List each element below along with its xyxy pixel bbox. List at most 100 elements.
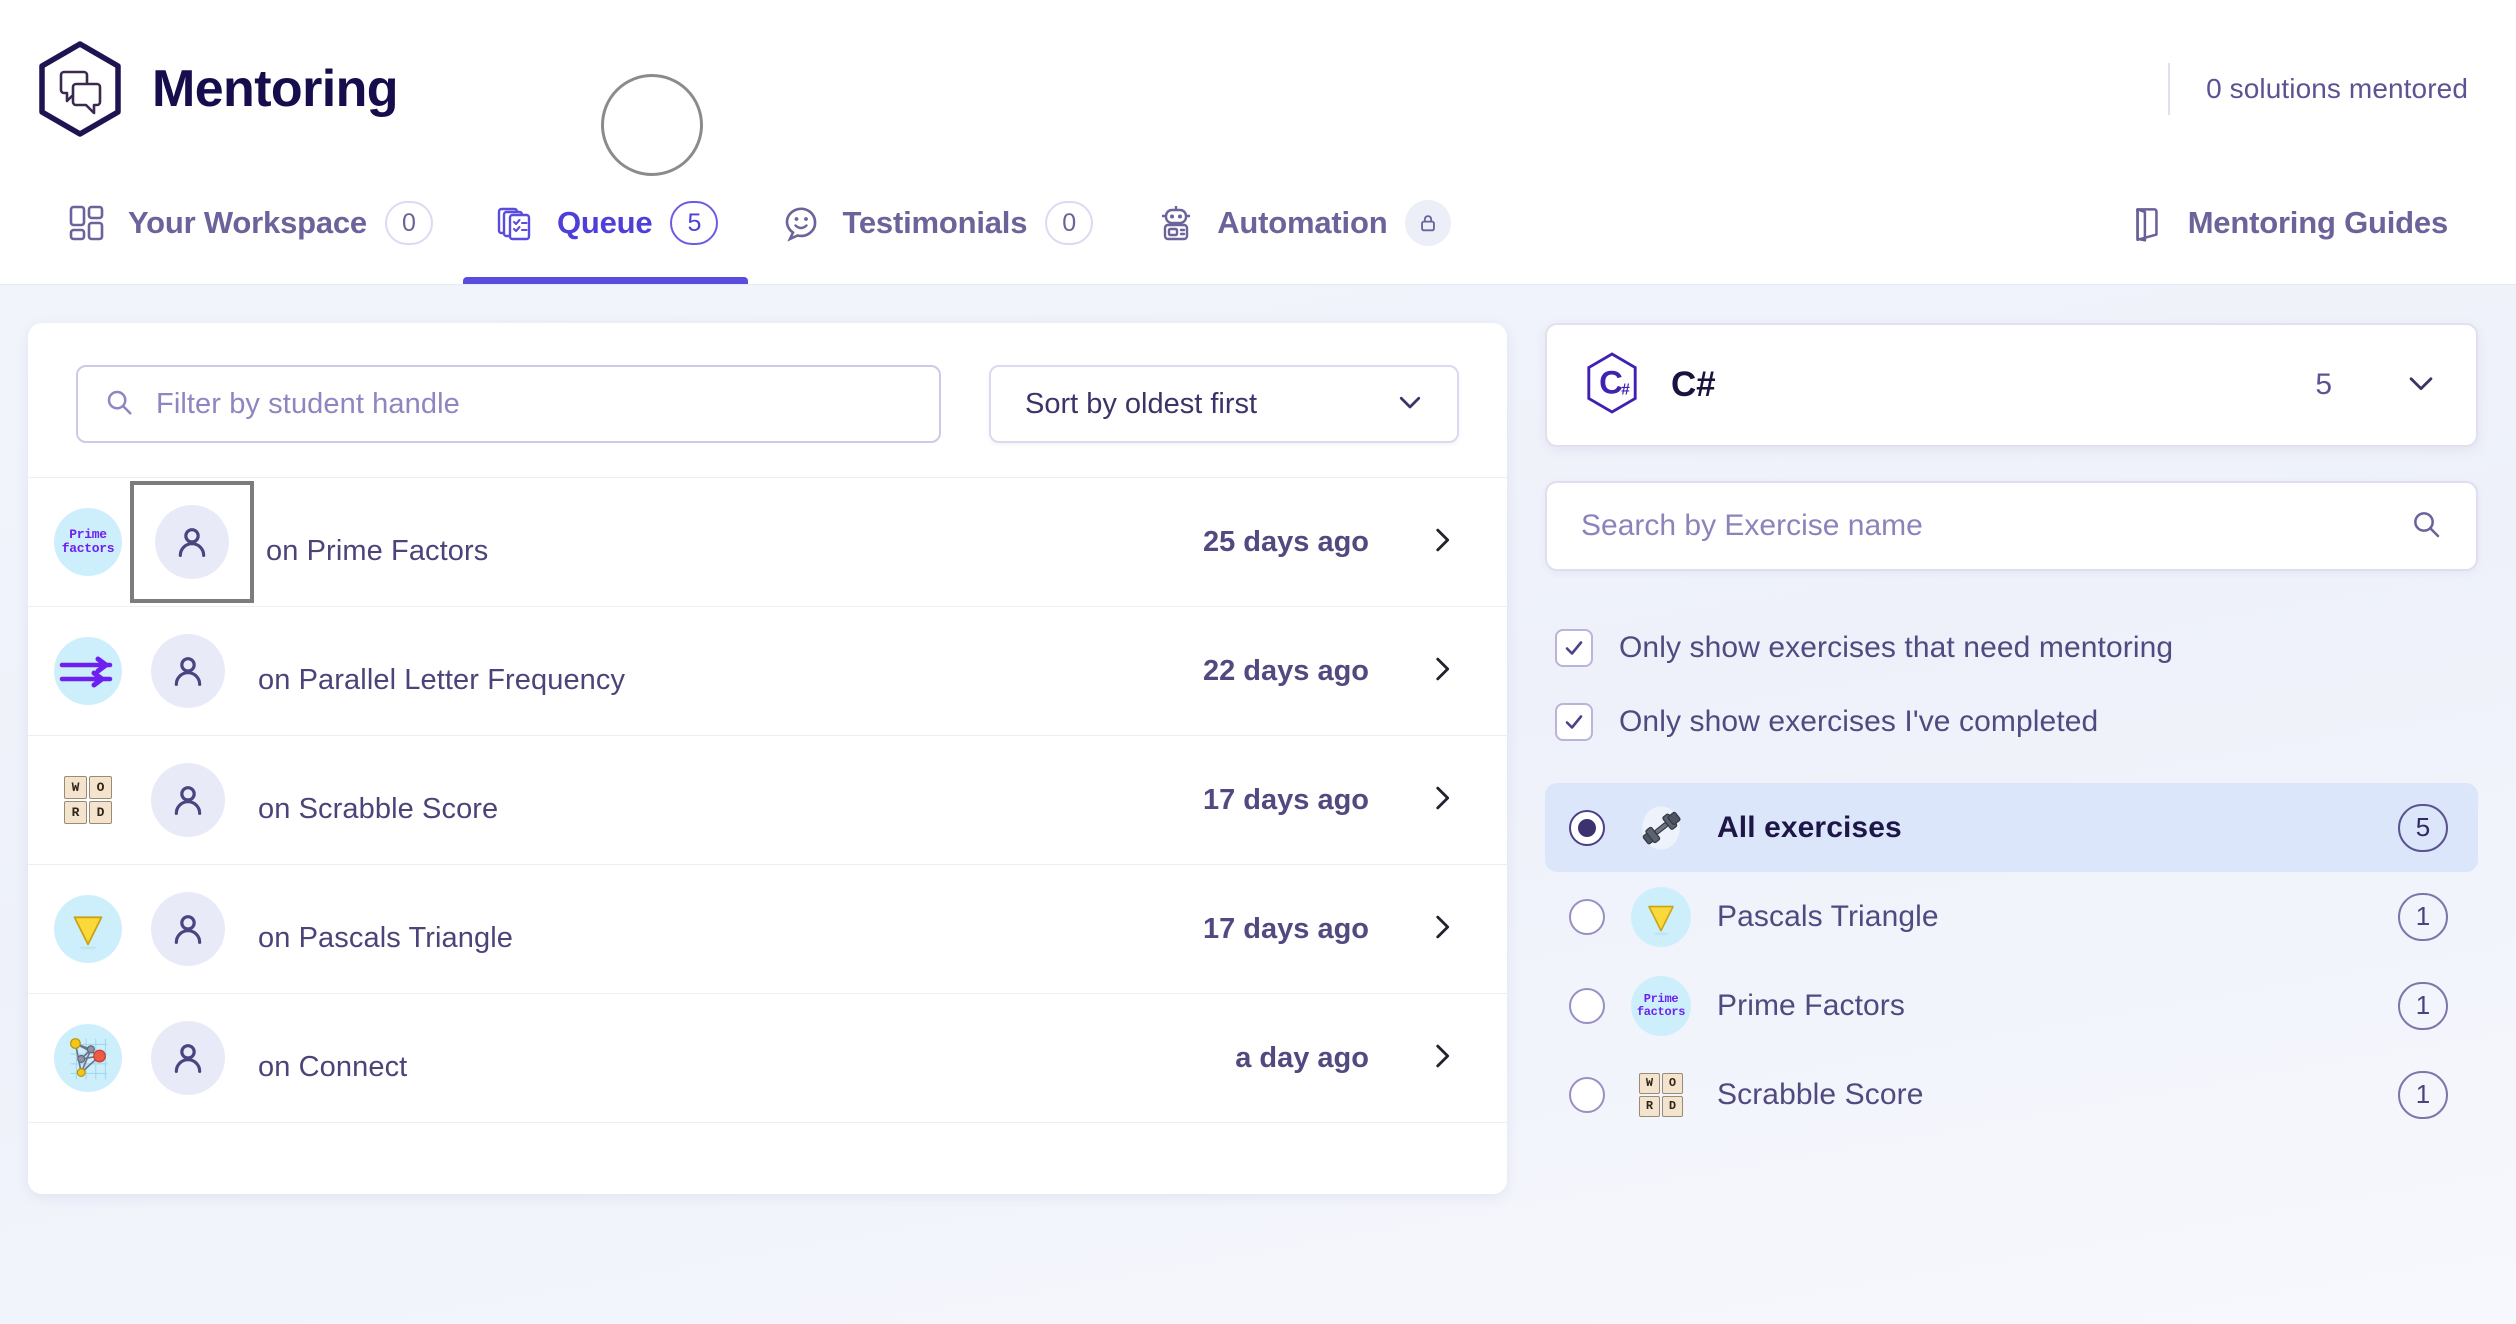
row-text: on Prime Factors [266, 517, 1203, 568]
row-text: on Connect [258, 1033, 1235, 1084]
pascals-triangle-icon [54, 895, 122, 963]
chevron-right-icon[interactable] [1425, 1039, 1459, 1078]
tab-mentoring-guides[interactable]: Mentoring Guides [2094, 178, 2478, 284]
filter-item-count: 1 [2398, 1071, 2448, 1119]
filter-item-count: 5 [2398, 804, 2448, 852]
tab-your-workspace[interactable]: Your Workspace 0 [34, 178, 463, 284]
filter-item-count: 1 [2398, 982, 2448, 1030]
row-timestamp: 17 days ago [1203, 784, 1369, 817]
track-name: C# [1671, 365, 1715, 405]
prime-factors-icon: Primefactors [54, 508, 122, 576]
table-row[interactable]: on Connect a day ago [28, 993, 1507, 1122]
row-timestamp: 17 days ago [1203, 913, 1369, 946]
tab-label: Queue [557, 205, 652, 241]
checkbox-need-mentoring[interactable]: Only show exercises that need mentoring [1555, 611, 2478, 685]
book-icon [2124, 200, 2170, 246]
header-right: 0 solutions mentored [2168, 63, 2478, 115]
tab-automation[interactable]: Automation [1123, 178, 1481, 284]
row-timestamp: 22 days ago [1203, 655, 1369, 688]
checkbox-label: Only show exercises that need mentoring [1619, 631, 2173, 665]
avatar[interactable] [130, 1000, 246, 1116]
page-title: Mentoring [152, 59, 398, 119]
header-top-row: Mentoring 0 solutions mentored [0, 0, 2516, 178]
scrabble-score-icon: WORD [1631, 1065, 1691, 1125]
chevron-right-icon[interactable] [1425, 910, 1459, 949]
filter-checkboxes: Only show exercises that need mentoring … [1545, 611, 2478, 759]
app-header: Mentoring 0 solutions mentored Your Work… [0, 0, 2516, 285]
row-timestamp: a day ago [1235, 1042, 1369, 1075]
row-timestamp: 25 days ago [1203, 526, 1369, 559]
exercise-name: on Scrabble Score [258, 793, 1203, 826]
csharp-hexagon-icon: C # [1583, 351, 1641, 420]
table-row[interactable]: Primefactors on Prime Factors 25 days ag… [28, 477, 1507, 606]
filter-item-label: All exercises [1717, 811, 1902, 845]
tab-queue[interactable]: Queue 5 [463, 178, 748, 284]
row-text: on Parallel Letter Frequency [258, 646, 1203, 697]
filter-item-label: Scrabble Score [1717, 1078, 1924, 1112]
checkbox-completed[interactable]: Only show exercises I've completed [1555, 685, 2478, 759]
tab-testimonials[interactable]: Testimonials 0 [748, 178, 1123, 284]
student-handle-filter[interactable]: Filter by student handle [76, 365, 941, 443]
queue-controls: Filter by student handle Sort by oldest … [28, 323, 1507, 477]
row-text: on Scrabble Score [258, 775, 1203, 826]
track-selector[interactable]: C # C# 5 [1545, 323, 2478, 447]
avatar[interactable] [130, 742, 246, 858]
exercise-name: on Pascals Triangle [258, 922, 1203, 955]
smiley-speech-bubble-icon [778, 200, 824, 246]
tab-count-badge: 0 [1045, 201, 1093, 245]
checkmark-icon [1555, 629, 1593, 667]
filter-item-scrabble-score[interactable]: WORD Scrabble Score 1 [1545, 1050, 2478, 1139]
sort-dropdown[interactable]: Sort by oldest first [989, 365, 1459, 443]
table-row[interactable]: WORD on Scrabble Score 17 days ago [28, 735, 1507, 864]
chevron-down-icon[interactable] [2404, 366, 2438, 405]
tab-label: Testimonials [842, 205, 1027, 241]
main-content: Filter by student handle Sort by oldest … [0, 285, 2516, 1324]
chevron-right-icon[interactable] [1425, 652, 1459, 691]
lock-icon [1405, 200, 1451, 246]
exercise-filter-list: All exercises 5 Pascals Triangle 1 [1545, 783, 2478, 1139]
solutions-mentored-stat: 0 solutions mentored [2206, 73, 2468, 105]
avatar[interactable] [130, 871, 246, 987]
connect-icon [54, 1024, 122, 1092]
filter-item-prime-factors[interactable]: Primefactors Prime Factors 1 [1545, 961, 2478, 1050]
chevron-right-icon[interactable] [1425, 523, 1459, 562]
exercise-name: on Connect [258, 1051, 1235, 1084]
exercise-search-placeholder: Search by Exercise name [1581, 509, 1923, 543]
radio-button[interactable] [1569, 1077, 1605, 1113]
scrabble-score-icon: WORD [54, 766, 122, 834]
radio-button[interactable] [1569, 810, 1605, 846]
queue-card: Filter by student handle Sort by oldest … [28, 323, 1507, 1194]
avatar[interactable] [130, 613, 246, 729]
tab-count-badge: 5 [670, 201, 718, 245]
tab-label: Mentoring Guides [2188, 205, 2448, 241]
pascals-triangle-icon [1631, 887, 1691, 947]
tab-count-badge: 0 [385, 201, 433, 245]
checkmark-icon [1555, 703, 1593, 741]
queue-column: Filter by student handle Sort by oldest … [0, 323, 1545, 1324]
filter-item-all-exercises[interactable]: All exercises 5 [1545, 783, 2478, 872]
table-row[interactable]: on Parallel Letter Frequency 22 days ago [28, 606, 1507, 735]
chevron-down-icon [1395, 387, 1425, 422]
checkbox-label: Only show exercises I've completed [1619, 705, 2098, 739]
chevron-right-icon[interactable] [1425, 781, 1459, 820]
search-icon [104, 387, 134, 422]
svg-text:#: # [1621, 381, 1630, 398]
track-count: 5 [2315, 368, 2332, 402]
table-row[interactable]: on Pascals Triangle 17 days ago [28, 864, 1507, 993]
dumbbell-icon [1631, 798, 1691, 858]
radio-button[interactable] [1569, 988, 1605, 1024]
filter-item-pascals-triangle[interactable]: Pascals Triangle 1 [1545, 872, 2478, 961]
robot-icon [1153, 200, 1199, 246]
radio-button[interactable] [1569, 899, 1605, 935]
queue-documents-icon [493, 200, 539, 246]
search-icon [2410, 508, 2442, 545]
exercise-name: on Parallel Letter Frequency [258, 664, 1203, 697]
main-tabs: Your Workspace 0 Queue 5 [0, 178, 2516, 284]
queue-card-footer [28, 1122, 1507, 1194]
brand: Mentoring [34, 40, 398, 138]
speech-bubbles-hexagon-icon [34, 40, 126, 138]
exercise-search-input[interactable]: Search by Exercise name [1545, 481, 2478, 571]
avatar[interactable] [130, 481, 254, 603]
workspace-grid-icon [64, 200, 110, 246]
header-divider [2168, 63, 2170, 115]
